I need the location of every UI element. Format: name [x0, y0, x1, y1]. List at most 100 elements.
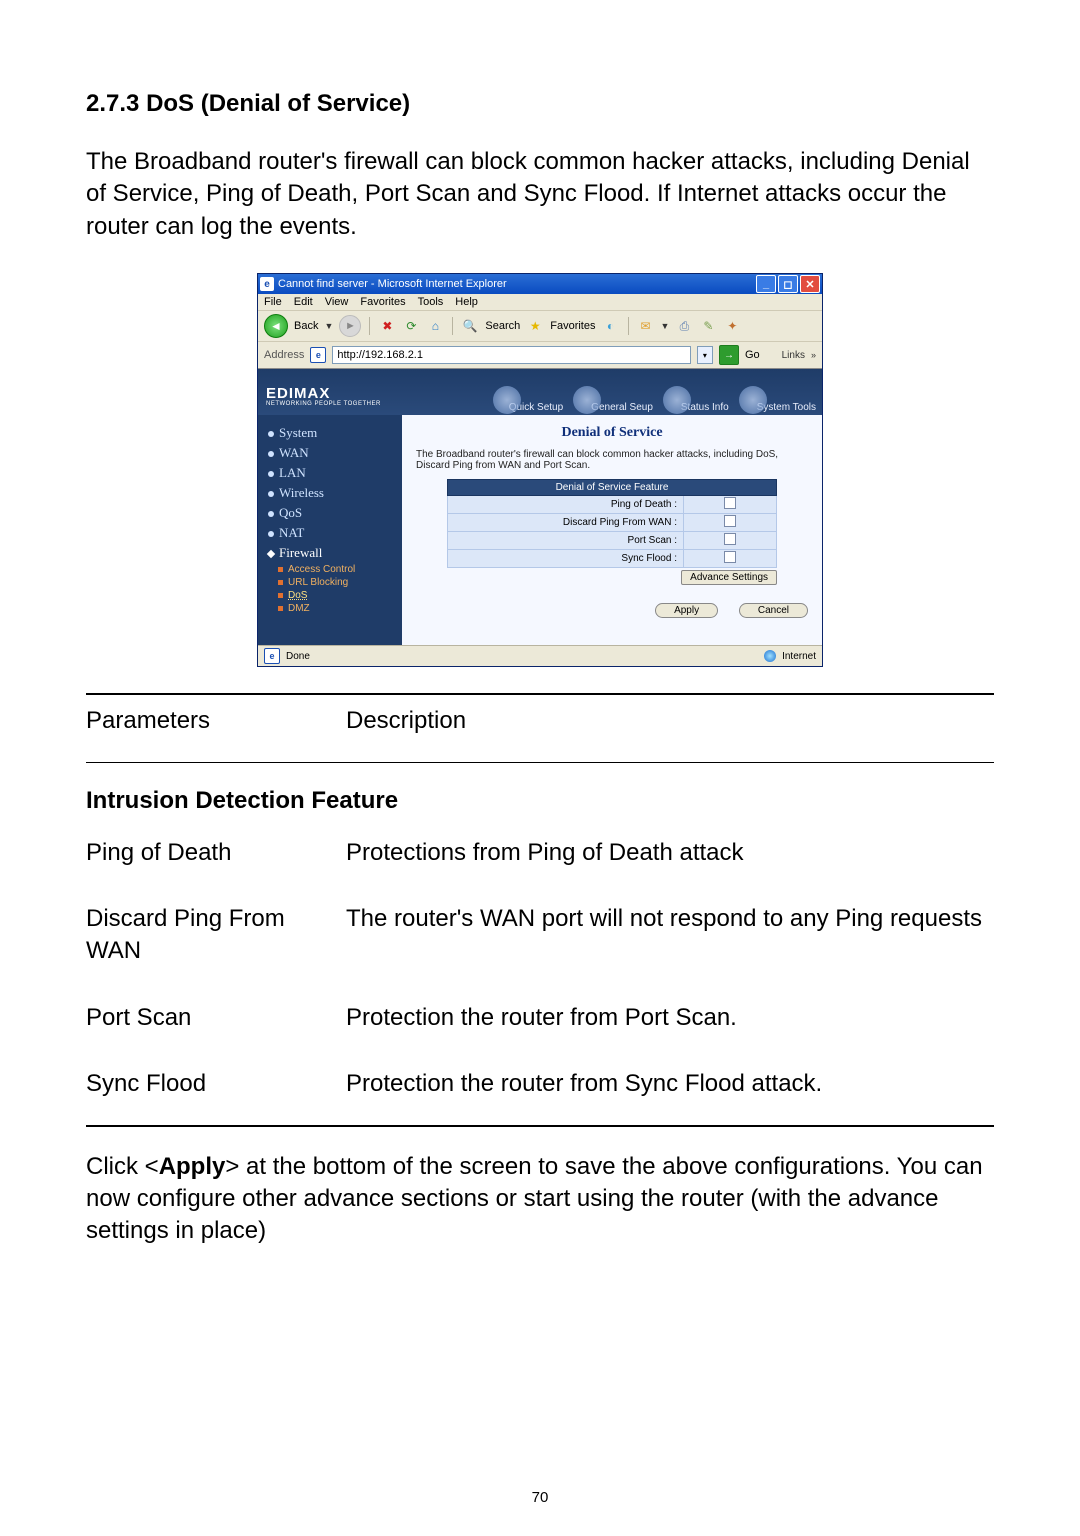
table-row: Ping of Death :	[448, 496, 777, 514]
apply-button[interactable]: Apply	[655, 603, 718, 618]
print-icon[interactable]: ⎙	[675, 317, 693, 335]
stop-icon[interactable]: ✖	[378, 317, 396, 335]
sync-flood-checkbox[interactable]	[724, 551, 736, 563]
param-row: Discard Ping From WAN The router's WAN p…	[86, 893, 994, 992]
page-icon: e	[310, 347, 326, 363]
port-scan-checkbox[interactable]	[724, 533, 736, 545]
internet-zone-icon	[764, 650, 776, 662]
back-dropdown-icon[interactable]: ▼	[324, 321, 333, 331]
favorites-label: Favorites	[550, 320, 595, 332]
menu-help[interactable]: Help	[455, 296, 478, 308]
go-button[interactable]: →	[719, 345, 739, 365]
subheading: Intrusion Detection Feature	[86, 763, 994, 827]
submenu-access-control[interactable]: Access Control	[278, 563, 396, 576]
address-dropdown-icon[interactable]: ▾	[697, 346, 713, 364]
status-text: Done	[286, 651, 310, 662]
param-name: Ping of Death	[86, 837, 346, 869]
param-desc: The router's WAN port will not respond t…	[346, 903, 994, 968]
intro-paragraph: The Broadband router's firewall can bloc…	[86, 146, 994, 243]
window-title: Cannot find server - Microsoft Internet …	[278, 278, 507, 290]
feature-label: Port Scan :	[448, 532, 684, 550]
favorites-icon[interactable]: ★	[526, 317, 544, 335]
param-row: Port Scan Protection the router from Por…	[86, 992, 994, 1058]
feature-label: Sync Flood :	[448, 550, 684, 568]
links-chevron-icon[interactable]: »	[811, 350, 816, 360]
feature-label: Ping of Death :	[448, 496, 684, 514]
nav-quick-setup[interactable]: Quick Setup	[509, 402, 563, 413]
refresh-icon[interactable]: ⟳	[402, 317, 420, 335]
forward-button[interactable]: ►	[339, 315, 361, 337]
router-page: EDIMAX NETWORKING PEOPLE TOGETHER Quick …	[258, 369, 822, 645]
links-label[interactable]: Links	[782, 350, 805, 361]
brand-logo: EDIMAX NETWORKING PEOPLE TOGETHER	[266, 386, 381, 407]
rule	[86, 1125, 994, 1127]
sidebar-item-wan[interactable]: WAN	[268, 443, 396, 463]
address-bar: Address e http://192.168.2.1 ▾ → Go Link…	[258, 342, 822, 369]
ping-of-death-checkbox[interactable]	[724, 497, 736, 509]
go-label: Go	[745, 349, 760, 361]
submenu-dos[interactable]: DoS	[278, 589, 396, 602]
discuss-icon[interactable]: ✦	[723, 317, 741, 335]
discard-ping-checkbox[interactable]	[724, 515, 736, 527]
param-desc: Protections from Ping of Death attack	[346, 837, 994, 869]
param-desc: Protection the router from Sync Flood at…	[346, 1068, 994, 1100]
top-nav: Quick Setup General Seup Status Info Sys…	[509, 402, 816, 413]
sidebar-item-wireless[interactable]: Wireless	[268, 483, 396, 503]
param-name: Discard Ping From WAN	[86, 903, 346, 968]
history-icon[interactable]: ✉	[637, 317, 655, 335]
close-button[interactable]: ✕	[800, 275, 820, 293]
address-field[interactable]: http://192.168.2.1	[332, 346, 691, 364]
sidebar-item-nat[interactable]: NAT	[268, 523, 396, 543]
sidebar-item-lan[interactable]: LAN	[268, 463, 396, 483]
nav-general-setup[interactable]: General Seup	[591, 402, 653, 413]
minimize-button[interactable]: _	[756, 275, 776, 293]
table-row: Discard Ping From WAN :	[448, 514, 777, 532]
submenu-url-blocking[interactable]: URL Blocking	[278, 576, 396, 589]
param-name: Port Scan	[86, 1002, 346, 1034]
search-label: Search	[485, 320, 520, 332]
toolbar-separator	[628, 317, 629, 335]
sidebar-item-firewall[interactable]: Firewall	[268, 543, 396, 563]
back-label: Back	[294, 320, 318, 332]
ie-icon: e	[260, 277, 274, 291]
search-icon[interactable]: 🔍	[461, 317, 479, 335]
toolbar-separator	[369, 317, 370, 335]
col-header-parameters: Parameters	[86, 705, 346, 737]
section-number: 2.7.3	[86, 90, 139, 117]
advance-settings-button[interactable]: Advance Settings	[681, 570, 777, 585]
toolbar-separator	[452, 317, 453, 335]
history-dropdown-icon[interactable]: ▼	[661, 321, 670, 331]
cancel-button[interactable]: Cancel	[739, 603, 808, 618]
feature-label: Discard Ping From WAN :	[448, 514, 684, 532]
menu-bar: File Edit View Favorites Tools Help	[258, 294, 822, 311]
sidebar-item-system[interactable]: System	[268, 423, 396, 443]
param-row: Ping of Death Protections from Ping of D…	[86, 827, 994, 893]
router-header: EDIMAX NETWORKING PEOPLE TOGETHER Quick …	[258, 369, 822, 415]
menu-view[interactable]: View	[325, 296, 349, 308]
toolbar: ◄ Back ▼ ► ✖ ⟳ ⌂ 🔍 Search ★ Favorites ◐ …	[258, 311, 822, 342]
media-icon[interactable]: ◐	[602, 317, 620, 335]
menu-file[interactable]: File	[264, 296, 282, 308]
back-button[interactable]: ◄	[264, 314, 288, 338]
home-icon[interactable]: ⌂	[426, 317, 444, 335]
content-title: Denial of Service	[416, 425, 808, 441]
maximize-button[interactable]: ◻	[778, 275, 798, 293]
section-title: DoS (Denial of Service)	[146, 90, 410, 117]
status-zone: Internet	[782, 651, 816, 662]
apply-note: Click <Apply> at the bottom of the scree…	[86, 1151, 994, 1248]
router-screenshot: e Cannot find server - Microsoft Interne…	[257, 273, 823, 667]
nav-status-info[interactable]: Status Info	[681, 402, 729, 413]
col-header-description: Description	[346, 705, 994, 737]
page-number: 70	[0, 1489, 1080, 1506]
edit-icon[interactable]: ✎	[699, 317, 717, 335]
menu-favorites[interactable]: Favorites	[360, 296, 405, 308]
nav-system-tools[interactable]: System Tools	[757, 402, 816, 413]
table-row: Port Scan :	[448, 532, 777, 550]
menu-edit[interactable]: Edit	[294, 296, 313, 308]
sidebar-item-qos[interactable]: QoS	[268, 503, 396, 523]
feature-table: Denial of Service Feature Ping of Death …	[447, 479, 777, 568]
param-name: Sync Flood	[86, 1068, 346, 1100]
menu-tools[interactable]: Tools	[418, 296, 444, 308]
address-label: Address	[264, 349, 304, 361]
submenu-dmz[interactable]: DMZ	[278, 602, 396, 615]
